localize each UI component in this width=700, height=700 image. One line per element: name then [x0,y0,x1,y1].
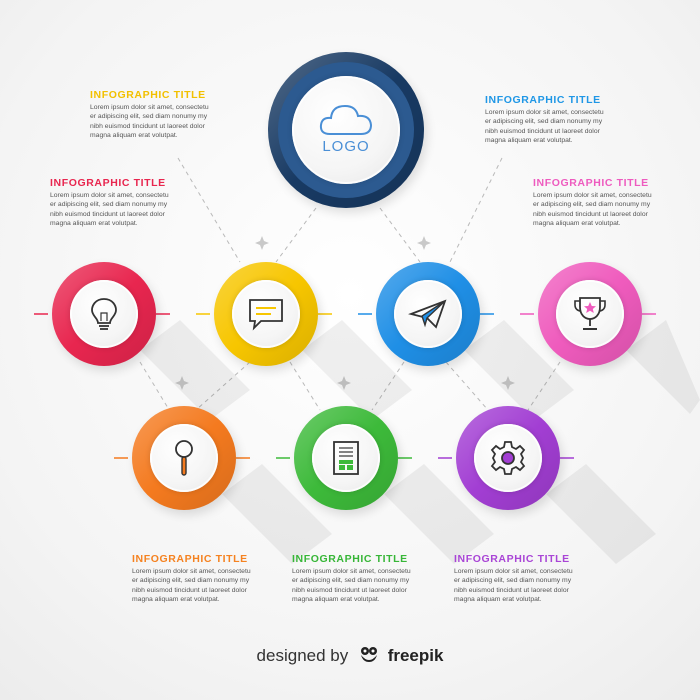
sparkle-icon [255,236,269,250]
block-body: Lorem ipsum dolor sit amet, consectetu er… [132,568,251,604]
block-body: Lorem ipsum dolor sit amet, consectetu er… [292,568,411,604]
block-body: Lorem ipsum dolor sit amet, consectetu er… [454,568,573,604]
designer-credit: designed by freepik [0,646,700,666]
document-icon [333,441,359,475]
block-title: INFOGRAPHIC TITLE [454,553,570,565]
block-body: Lorem ipsum dolor sit amet, consectetu er… [90,104,209,140]
document-node [294,406,398,510]
block-title: INFOGRAPHIC TITLE [132,553,248,565]
paper-plane-node [376,262,480,366]
block-title: INFOGRAPHIC TITLE [292,553,408,565]
magnifier-icon [175,440,193,476]
credit-prefix: designed by [256,646,349,665]
trophy-icon [574,297,606,330]
connector-line [177,157,241,263]
logo-label: LOGO [322,138,370,155]
connector-line [445,361,489,411]
freepik-frog-icon [360,647,377,662]
cloud-icon [319,104,373,135]
connector-line [289,361,321,411]
chat-node [214,262,318,366]
infographic-canvas: LOGO INFOGRAPHIC TITLE Lorem ipsum dolor… [0,0,700,700]
block-title: INFOGRAPHIC TITLE [485,94,601,106]
lightbulb-icon [91,298,117,330]
magnifier-node [132,406,236,510]
block-body: Lorem ipsum dolor sit amet, consectetu er… [533,192,652,228]
block-title: INFOGRAPHIC TITLE [50,177,166,189]
connector-line [449,157,503,263]
block-title: INFOGRAPHIC TITLE [90,89,206,101]
sparkle-icon [417,236,431,250]
gear-node [456,406,560,510]
trophy-node [538,262,642,366]
connector-line [275,207,317,263]
logo-node: LOGO [268,52,424,208]
chat-bubble-icon [249,299,283,331]
block-title: INFOGRAPHIC TITLE [533,177,649,189]
block-body: Lorem ipsum dolor sit amet, consectetu er… [50,192,169,228]
paper-plane-icon [408,299,447,329]
lightbulb-node [52,262,156,366]
credit-brand: freepik [387,646,444,665]
block-body: Lorem ipsum dolor sit amet, consectetu er… [485,109,604,145]
gear-icon [490,441,526,475]
connector-line [379,207,421,263]
